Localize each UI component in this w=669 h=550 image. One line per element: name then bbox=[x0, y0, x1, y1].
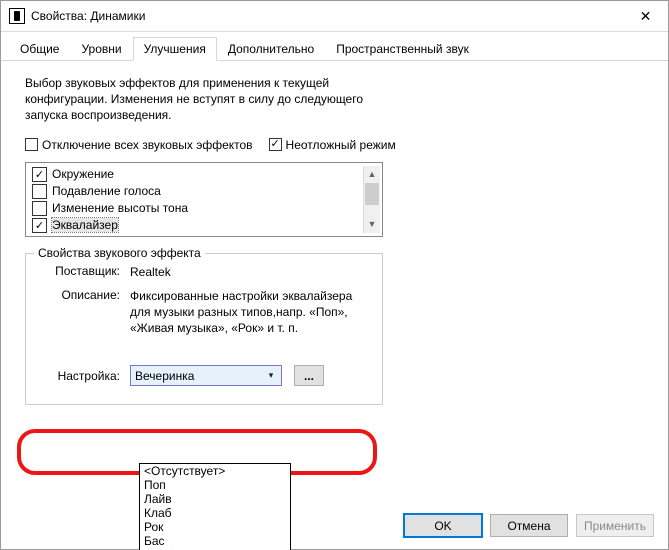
scroll-down-icon[interactable]: ▼ bbox=[364, 216, 380, 233]
setting-label: Настройка: bbox=[38, 369, 130, 383]
fieldset-legend: Свойства звукового эффекта bbox=[34, 246, 205, 260]
effect-label: Эквалайзер bbox=[52, 218, 118, 232]
dropdown-option[interactable]: Клаб bbox=[140, 506, 290, 520]
dropdown-option[interactable]: Рок bbox=[140, 520, 290, 534]
tab-general[interactable]: Общие bbox=[9, 37, 70, 61]
tab-spatial-sound[interactable]: Пространственный звук bbox=[325, 37, 480, 61]
dropdown-option[interactable]: Бас bbox=[140, 534, 290, 548]
dropdown-option[interactable]: <Отсутствует> bbox=[140, 464, 290, 478]
dropdown-option[interactable]: Поп bbox=[140, 478, 290, 492]
checkbox-icon[interactable]: ✓ bbox=[32, 218, 47, 233]
immediate-mode-label: Неотложный режим bbox=[286, 138, 396, 152]
chevron-down-icon: ▾ bbox=[263, 366, 279, 385]
speaker-icon bbox=[9, 8, 25, 24]
checkbox-icon[interactable] bbox=[32, 184, 47, 199]
tab-content: Выбор звуковых эффектов для применения к… bbox=[1, 61, 668, 405]
checkbox-icon[interactable]: ✓ bbox=[32, 167, 47, 182]
disable-all-checkbox[interactable]: Отключение всех звуковых эффектов bbox=[25, 138, 253, 152]
effect-label: Окружение bbox=[52, 167, 114, 181]
effect-item[interactable]: ✓ Эквалайзер bbox=[32, 217, 363, 234]
close-button[interactable]: ✕ bbox=[623, 1, 668, 31]
properties-window: Свойства: Динамики ✕ Общие Уровни Улучше… bbox=[0, 0, 669, 550]
effect-properties: Свойства звукового эффекта Поставщик: Re… bbox=[25, 253, 383, 406]
setting-advanced-button[interactable]: ... bbox=[294, 365, 324, 386]
titlebar: Свойства: Динамики ✕ bbox=[1, 1, 668, 32]
provider-row: Поставщик: Realtek bbox=[38, 264, 370, 280]
setting-value: Вечеринка bbox=[135, 369, 194, 383]
description-label: Описание: bbox=[38, 288, 130, 337]
effects-scrollbar[interactable]: ▲ ▼ bbox=[363, 166, 380, 233]
dialog-buttons: OK Отмена Применить bbox=[404, 514, 654, 537]
disable-all-label: Отключение всех звуковых эффектов bbox=[42, 138, 253, 152]
effect-label: Подавление голоса bbox=[52, 184, 161, 198]
effect-item[interactable]: Подавление голоса bbox=[32, 183, 363, 200]
checkbox-icon[interactable] bbox=[32, 201, 47, 216]
setting-row: Настройка: Вечеринка ▾ ... bbox=[26, 365, 336, 386]
intro-text: Выбор звуковых эффектов для применения к… bbox=[25, 75, 365, 124]
tab-bar: Общие Уровни Улучшения Дополнительно Про… bbox=[1, 32, 668, 61]
apply-button: Применить bbox=[576, 514, 654, 537]
effect-label: Изменение высоты тона bbox=[52, 201, 188, 215]
scroll-up-icon[interactable]: ▲ bbox=[364, 166, 380, 183]
effects-items: ✓ Окружение Подавление голоса Изменение … bbox=[32, 166, 363, 233]
top-checkboxes: Отключение всех звуковых эффектов ✓ Неот… bbox=[25, 138, 644, 152]
dropdown-option[interactable]: Лайв bbox=[140, 492, 290, 506]
effect-item[interactable]: Изменение высоты тона bbox=[32, 200, 363, 217]
setting-combobox[interactable]: Вечеринка ▾ bbox=[130, 365, 282, 386]
window-title: Свойства: Динамики bbox=[31, 9, 623, 23]
provider-label: Поставщик: bbox=[38, 264, 130, 280]
tab-advanced[interactable]: Дополнительно bbox=[217, 37, 325, 61]
effects-list[interactable]: ✓ Окружение Подавление голоса Изменение … bbox=[25, 162, 383, 237]
description-row: Описание: Фиксированные настройки эквала… bbox=[38, 288, 370, 337]
ok-button[interactable]: OK bbox=[404, 514, 482, 537]
scroll-track[interactable] bbox=[364, 183, 380, 216]
provider-value: Realtek bbox=[130, 264, 360, 280]
effect-item[interactable]: ✓ Окружение bbox=[32, 166, 363, 183]
checkbox-icon: ✓ bbox=[269, 138, 282, 151]
tab-enhancements[interactable]: Улучшения bbox=[133, 37, 217, 61]
tab-levels[interactable]: Уровни bbox=[70, 37, 132, 61]
cancel-button[interactable]: Отмена bbox=[490, 514, 568, 537]
immediate-mode-checkbox[interactable]: ✓ Неотложный режим bbox=[269, 138, 396, 152]
setting-dropdown-list[interactable]: <Отсутствует> Поп Лайв Клаб Рок Бас Темб… bbox=[139, 463, 291, 550]
checkbox-icon bbox=[25, 138, 38, 151]
scroll-thumb[interactable] bbox=[365, 183, 379, 205]
description-value: Фиксированные настройки эквалайзера для … bbox=[130, 288, 360, 337]
